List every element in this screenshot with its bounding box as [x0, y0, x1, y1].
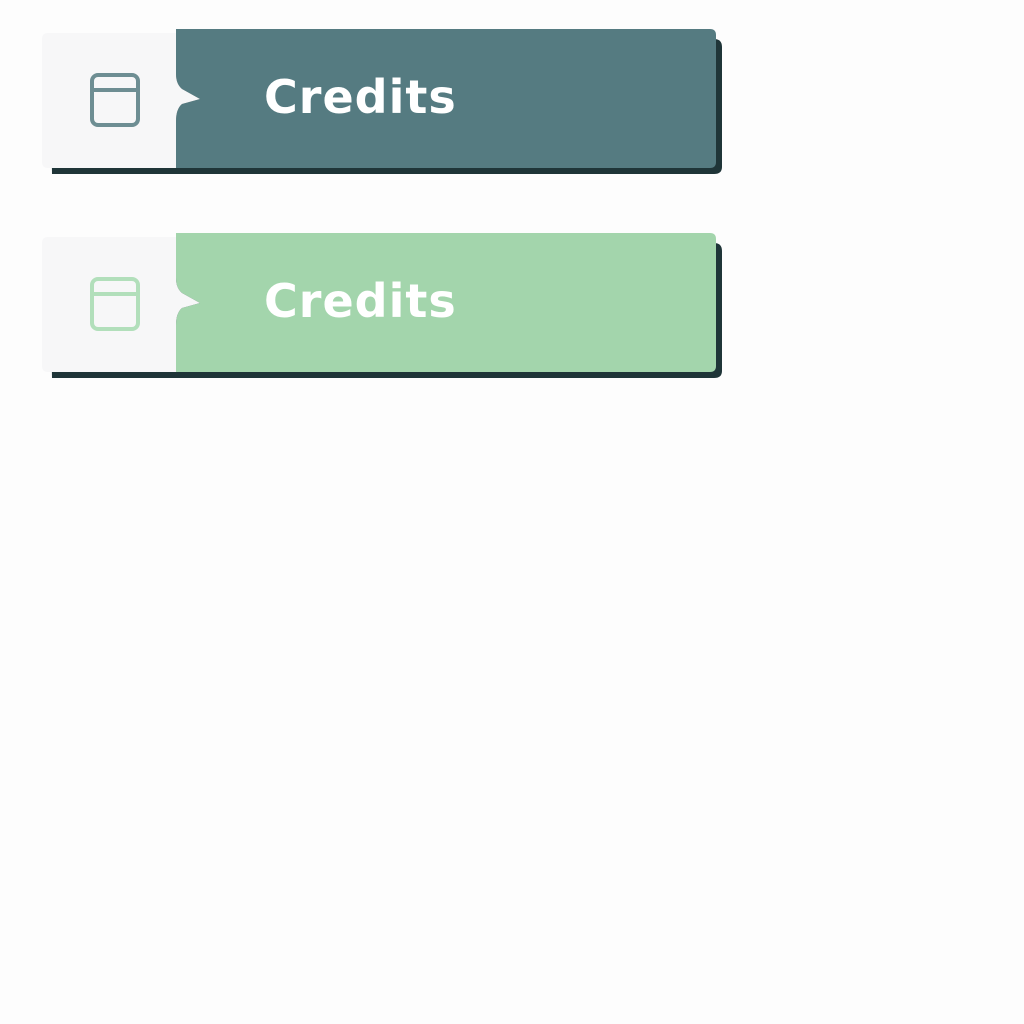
window-icon: [90, 73, 140, 127]
credits-label: Credits: [264, 274, 457, 328]
credits-label: Credits: [264, 70, 457, 124]
credits-button-hover[interactable]: Credits: [42, 233, 722, 378]
credits-button[interactable]: Credits: [42, 29, 722, 174]
window-icon: [90, 277, 140, 331]
button-sprite-sheet: Credits Credits: [0, 0, 1024, 1024]
